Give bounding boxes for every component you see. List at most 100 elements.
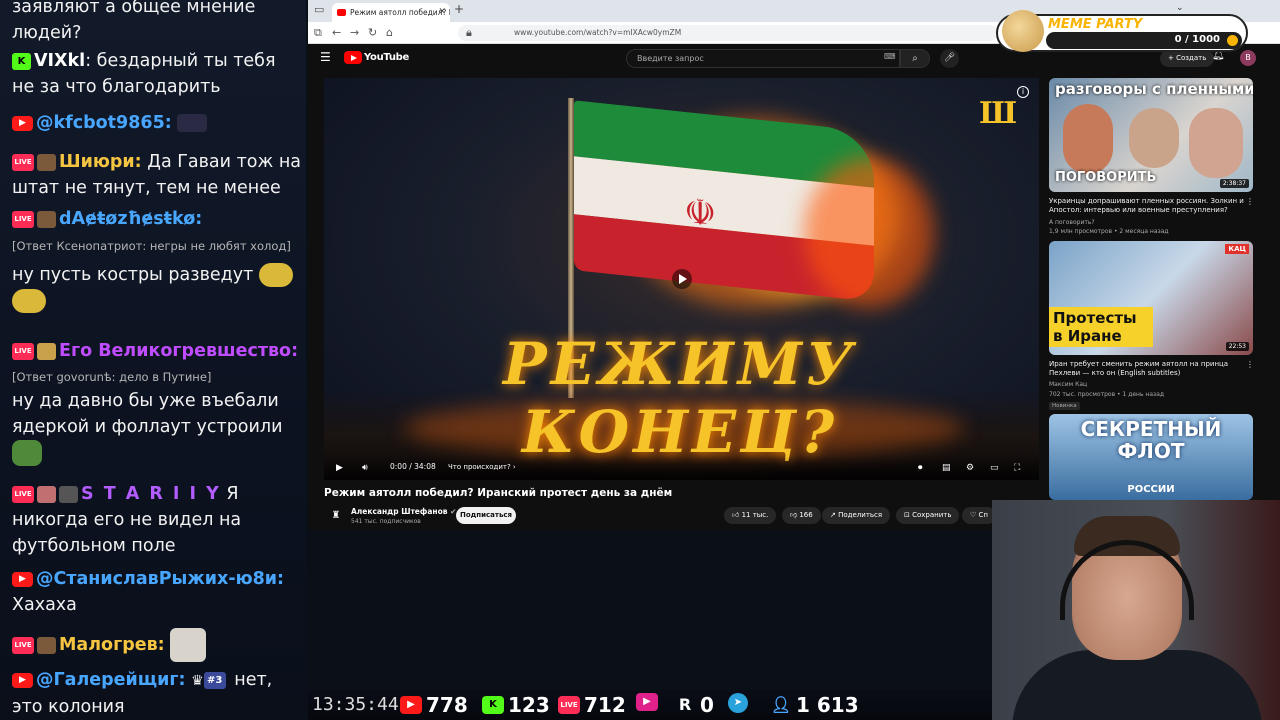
- keyboard-icon[interactable]: ⌨: [884, 52, 896, 61]
- total-viewer-count: 1 613: [796, 693, 859, 717]
- webcam-feed: [992, 500, 1280, 720]
- settings-gear-icon[interactable]: ⚙: [966, 463, 974, 473]
- stream-stats-bar: 13:35:44 ▶ 778 K 123 LIVE 712 ▶ R0 ➤ 👤︎ 1 61…: [308, 690, 992, 720]
- chat-username: S T A R I I Y: [81, 484, 221, 504]
- chat-message: заявляют а общее мнение людей?: [12, 0, 302, 46]
- home-icon[interactable]: ⌂: [386, 26, 393, 39]
- search-input[interactable]: Введите запрос: [626, 49, 900, 68]
- account-avatar[interactable]: В: [1240, 50, 1256, 66]
- crown-icon: ♛: [191, 673, 204, 689]
- search-button[interactable]: ⌕: [900, 49, 930, 68]
- youtube-logo[interactable]: YouTube: [344, 51, 409, 64]
- play-platform-icon: ▶: [636, 693, 658, 711]
- save-label: Сохранить: [912, 511, 952, 519]
- live-icon: LIVE: [558, 696, 580, 714]
- url-field[interactable]: www.youtube.com/watch?v=mIXAcw0ymZM: [458, 25, 998, 41]
- user-badge-icon: [37, 636, 56, 654]
- video-title: Режим аятолл победил? Иранский протест д…: [324, 487, 673, 499]
- emote-icon: [177, 114, 208, 132]
- save-button[interactable]: ⊡ Сохранить: [896, 507, 960, 524]
- kick-icon: K: [482, 696, 504, 714]
- telegram-viewers: ➤: [728, 693, 752, 713]
- rec-more-icon[interactable]: ⋮: [1246, 197, 1254, 206]
- channel-name[interactable]: Александр Штефанов ✔: [351, 507, 456, 516]
- meme-party-widget: MEME PARTY 0 / 1000: [996, 10, 1248, 52]
- rutube-viewer-count: 0: [700, 693, 714, 717]
- person-image: [1129, 108, 1179, 168]
- youtube-favicon-icon: [337, 9, 346, 16]
- heart-icon: ♡: [970, 511, 977, 519]
- rec-thumbnail-3[interactable]: СЕКРЕТНЫЙ ФЛОТ РОССИИ: [1049, 414, 1253, 500]
- rec-title-2[interactable]: Иран требует сменить режим аятолл на при…: [1049, 360, 1245, 378]
- chat-message: ▶ @Галерейщиг: ♛ #3 нет, это колония: [12, 667, 302, 720]
- chat-username: VIXkl: [34, 51, 86, 71]
- theater-mode-icon[interactable]: ▭: [990, 463, 999, 473]
- chat-message: LIVE S T A R I I Y Я никогда его не видел…: [12, 481, 302, 559]
- volume-icon[interactable]: 🔊︎: [362, 463, 368, 473]
- browser-window: ▭ Режим аятолл победил? Иран ✕ + ⌄ ⧉ ← →…: [308, 0, 1280, 530]
- youtube-badge-icon: ▶: [12, 672, 33, 688]
- more-label: Сп: [978, 511, 988, 519]
- meme-progress-bar: 0 / 1000: [1046, 32, 1242, 49]
- rec-thumbnail-2[interactable]: КАЦ Протесты в Иране 22:53: [1049, 241, 1253, 355]
- more-actions-button[interactable]: ♡ Сп: [962, 507, 996, 524]
- close-tab-icon[interactable]: ✕: [438, 3, 446, 22]
- youtube-viewer-count: 778: [426, 693, 468, 717]
- fullscreen-icon[interactable]: ⛶: [1014, 463, 1020, 473]
- rank-badge: #3: [203, 671, 226, 689]
- chapter-title: Что происходит?: [448, 463, 511, 471]
- subscribe-button[interactable]: Подписаться: [456, 507, 516, 524]
- tab-title: Режим аятолл победил? Иран: [350, 8, 450, 17]
- meme-count: 0 / 1000: [1174, 34, 1220, 45]
- browser-tab-youtube[interactable]: Режим аятолл победил? Иран ✕: [332, 3, 450, 22]
- chat-message: LIVE Его Великогревшество:: [12, 338, 302, 364]
- rec-more-icon[interactable]: ⋮: [1246, 360, 1254, 369]
- reload-icon[interactable]: ↻: [368, 26, 377, 39]
- chat-reply-quote: [Ответ Ксенопатриот: негры не любят холо…: [12, 239, 291, 253]
- new-badge: Новинка: [1049, 402, 1080, 410]
- rec-channel-1[interactable]: А поговорить?: [1049, 219, 1095, 226]
- live-badge-icon: LIVE: [12, 153, 34, 171]
- video-overlay-title: РЕЖИМУ КОНЕЦ?: [503, 330, 857, 466]
- dislike-count: 166: [799, 511, 813, 519]
- info-icon[interactable]: i: [1017, 86, 1029, 98]
- rec-thumbnail-1[interactable]: разговоры с пленными ПОГОВОРИТЬ 2:38:37: [1049, 78, 1253, 192]
- chapter-button[interactable]: Что происходит? ›: [448, 463, 516, 471]
- search-icon: ⌕: [912, 53, 918, 64]
- subtitles-icon[interactable]: ▤: [942, 463, 951, 473]
- live-badge-icon: LIVE: [12, 342, 34, 360]
- forward-icon[interactable]: →: [350, 26, 359, 39]
- video-player[interactable]: ☫ РЕЖИМУ КОНЕЦ? Ш i ▶ 🔊︎ 0:00 / 34:08 Чт…: [324, 78, 1039, 480]
- back-icon[interactable]: ←: [332, 26, 341, 39]
- autoplay-toggle[interactable]: ⏺: [918, 463, 923, 473]
- channel-avatar[interactable]: ♜: [328, 508, 344, 524]
- collections-icon[interactable]: ⧉: [314, 26, 322, 40]
- sidebar-toggle-icon[interactable]: ▭: [314, 3, 324, 16]
- create-button[interactable]: + Создать: [1160, 50, 1215, 67]
- rec-title-1[interactable]: Украинцы допрашивают пленных россиян. Зо…: [1049, 197, 1245, 215]
- voice-search-button[interactable]: 🎤︎: [940, 49, 959, 68]
- play-overlay-icon[interactable]: [672, 269, 692, 289]
- create-label: Создать: [1176, 54, 1207, 62]
- play-button-icon[interactable]: ▶: [336, 463, 343, 473]
- chat-username: Шиюри:: [59, 152, 142, 172]
- rec-thumb-text: СЕКРЕТНЫЙ ФЛОТ: [1080, 417, 1222, 463]
- new-tab-button[interactable]: +: [454, 2, 464, 16]
- like-button[interactable]: 👍︎ 11 тыс.: [724, 507, 777, 524]
- rec-meta-1: 1,9 млн просмотров • 2 месяца назад: [1049, 228, 1169, 235]
- menu-icon[interactable]: ☰: [320, 50, 331, 64]
- chat-message-text: ну да давно бы уже въебали ядеркой и фол…: [12, 391, 283, 437]
- chat-username: Его Великогревшество:: [59, 341, 299, 361]
- rec-channel-2[interactable]: Максим Кац: [1049, 381, 1087, 388]
- tab-list-chevron-icon[interactable]: ⌄: [1176, 3, 1184, 13]
- rec-thumb-text: разговоры с пленными: [1055, 80, 1253, 98]
- youtube-icon: ▶: [400, 696, 422, 714]
- coin-icon: [1227, 35, 1238, 46]
- share-button[interactable]: ↗ Поделиться: [822, 507, 891, 524]
- chat-message: LIVE dAɇŧøzħɇsŧkø:: [12, 206, 302, 232]
- clock: 13:35:44: [312, 694, 399, 715]
- flag-emblem-icon: ☫: [684, 191, 717, 236]
- person-image: [1189, 108, 1243, 178]
- rutube-icon: R: [678, 695, 692, 714]
- dislike-button[interactable]: 👎︎ 166: [782, 507, 821, 524]
